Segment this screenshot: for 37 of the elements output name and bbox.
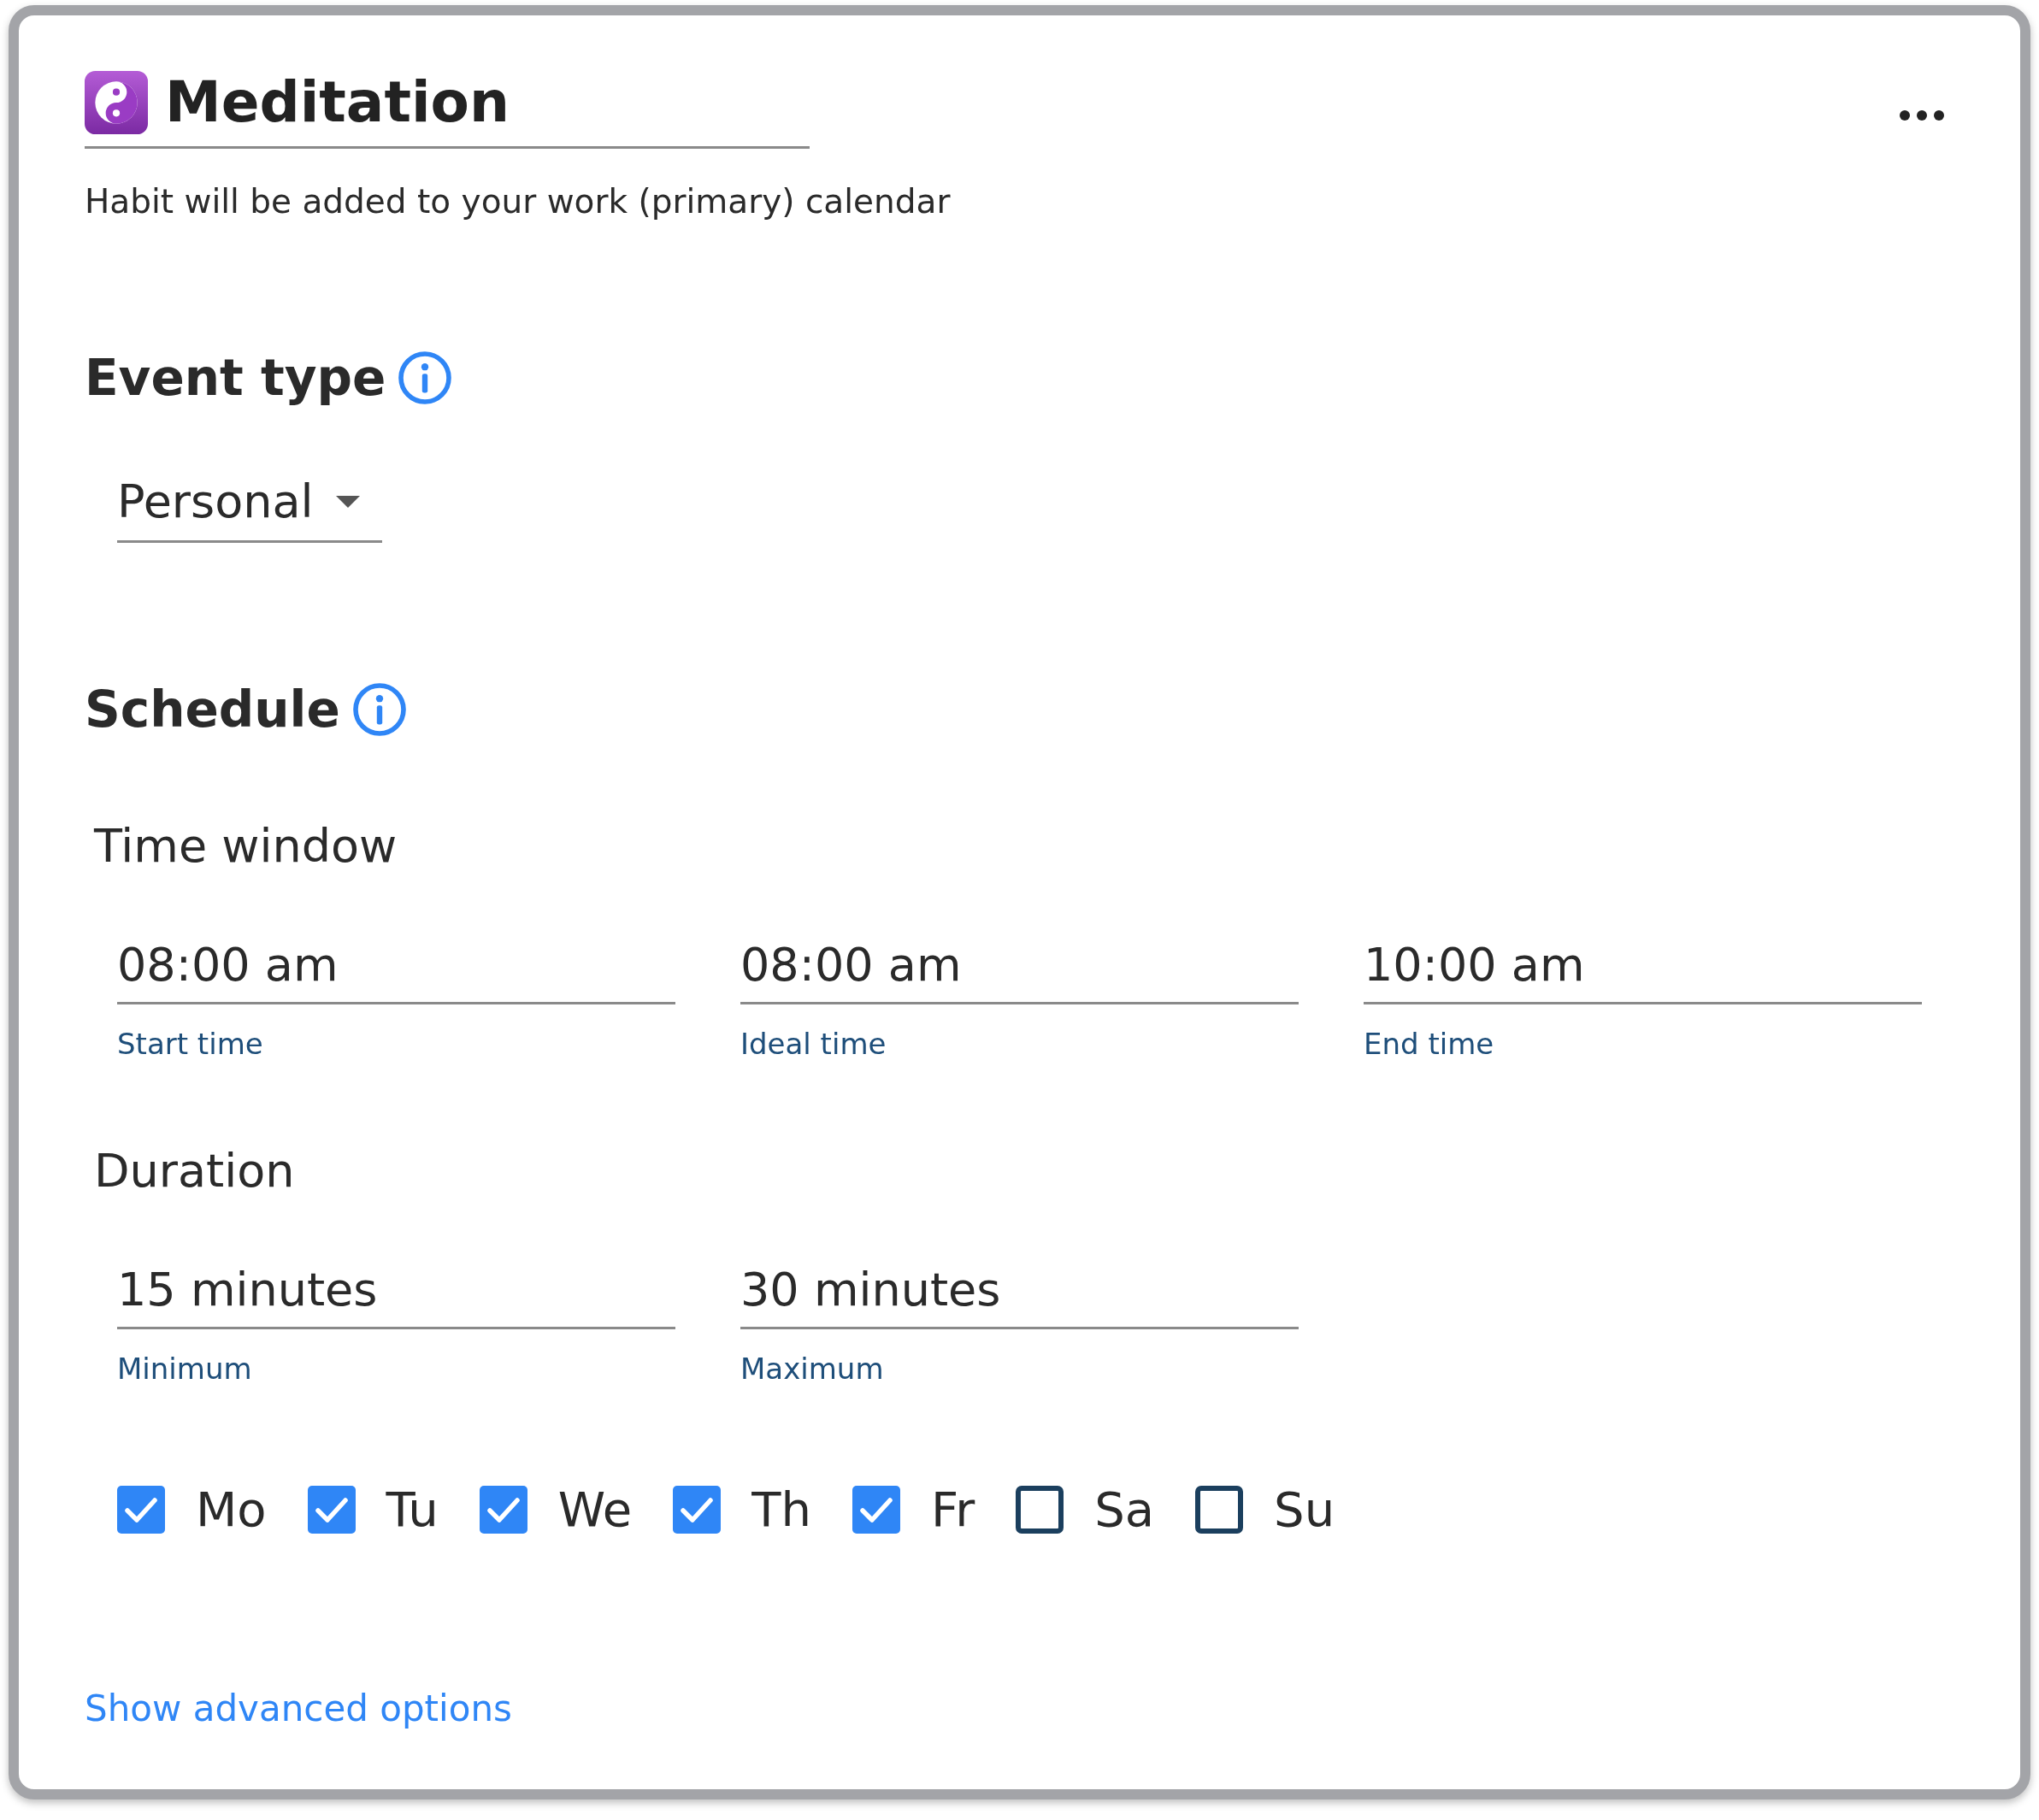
time-field[interactable]: 10:00 am	[1364, 938, 1922, 1005]
field-label: Ideal time	[740, 1027, 887, 1062]
habit-title[interactable]: Meditation	[165, 68, 510, 137]
checked-checkbox[interactable]	[307, 1485, 356, 1534]
field-label: Maximum	[740, 1352, 884, 1387]
info-icon[interactable]	[351, 682, 407, 738]
unchecked-checkbox[interactable]	[1195, 1485, 1244, 1534]
day-label: Fr	[931, 1481, 975, 1538]
duration-field[interactable]: 15 minutes	[117, 1263, 675, 1330]
day-label: We	[557, 1481, 633, 1538]
section-heading: Schedule	[85, 680, 340, 739]
field-label: End time	[1364, 1027, 1494, 1062]
caret-icon	[335, 495, 360, 508]
section-heading: Event type	[85, 349, 386, 408]
day-label: Tu	[386, 1481, 439, 1538]
advanced-options-link[interactable]: Show advanced options	[85, 1687, 512, 1730]
checked-checkbox[interactable]	[117, 1485, 165, 1534]
yin-yang-icon	[85, 70, 148, 134]
day-label: Sa	[1094, 1481, 1155, 1538]
calendar-note: Habit will be added to your work (primary) calendar	[85, 182, 951, 221]
checked-checkbox[interactable]	[479, 1485, 527, 1534]
day-label: Th	[751, 1481, 812, 1538]
time-field[interactable]: 08:00 am	[740, 938, 1299, 1005]
unchecked-checkbox[interactable]	[1016, 1485, 1064, 1534]
group-label: Time window	[94, 819, 398, 874]
duration-field[interactable]: 30 minutes	[740, 1263, 1299, 1330]
field-label: Minimum	[117, 1352, 252, 1387]
field-label: Start time	[117, 1027, 263, 1062]
day-label: Su	[1274, 1481, 1335, 1538]
event-type-dropdown[interactable]: Personal	[117, 474, 382, 544]
info-icon[interactable]	[398, 350, 453, 406]
group-label: Duration	[94, 1144, 295, 1199]
checked-checkbox[interactable]	[673, 1485, 722, 1534]
time-field[interactable]: 08:00 am	[117, 938, 675, 1005]
day-label: Mo	[196, 1481, 267, 1538]
more-options-icon[interactable]	[1899, 109, 1945, 121]
checked-checkbox[interactable]	[852, 1485, 901, 1534]
